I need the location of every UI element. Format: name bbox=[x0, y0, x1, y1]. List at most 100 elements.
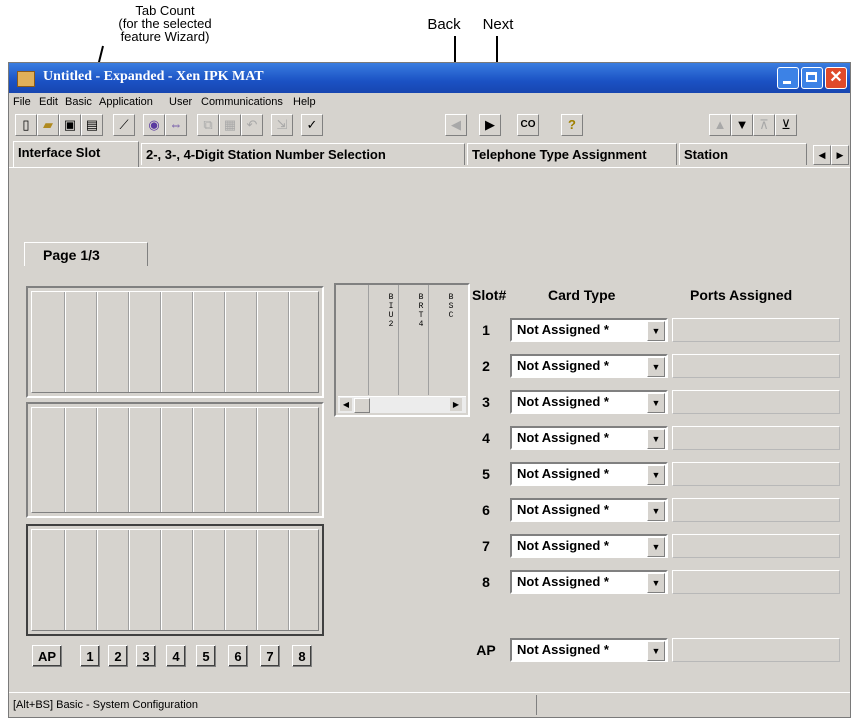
card-brt4[interactable]: BRT4 bbox=[416, 293, 426, 332]
chevron-down-icon[interactable]: ▼ bbox=[647, 393, 665, 413]
card-type-select-8[interactable]: Not Assigned * ▼ bbox=[510, 570, 668, 594]
card-type-value-4: Not Assigned * bbox=[517, 430, 609, 445]
top-icon[interactable]: ⊼ bbox=[753, 114, 775, 136]
back-icon[interactable]: ◀ bbox=[445, 114, 467, 136]
card-type-select-4[interactable]: Not Assigned * ▼ bbox=[510, 426, 668, 450]
ports-assigned-7 bbox=[672, 534, 840, 558]
scroll-left-icon[interactable]: ◀ bbox=[340, 398, 352, 411]
card-type-select-7[interactable]: Not Assigned * ▼ bbox=[510, 534, 668, 558]
slot-button-ap[interactable]: AP bbox=[32, 645, 62, 667]
ports-assigned-3 bbox=[672, 390, 840, 414]
ports-assigned-4 bbox=[672, 426, 840, 450]
slot-shelf-2 bbox=[26, 402, 324, 518]
card-biu2[interactable]: BIU2 bbox=[386, 293, 396, 332]
chevron-down-icon[interactable]: ▼ bbox=[647, 501, 665, 521]
card-type-select-2[interactable]: Not Assigned * ▼ bbox=[510, 354, 668, 378]
save-icon[interactable]: ▣ bbox=[59, 114, 81, 136]
chevron-down-icon[interactable]: ▼ bbox=[647, 641, 665, 661]
menu-help[interactable]: Help bbox=[293, 96, 316, 108]
card-type-value-7: Not Assigned * bbox=[517, 538, 609, 553]
menu-communications[interactable]: Communications bbox=[201, 96, 283, 108]
card-bsc-label: BSC bbox=[446, 293, 456, 320]
ports-assigned-5 bbox=[672, 462, 840, 486]
card-biu2-label: BIU2 bbox=[386, 293, 396, 329]
tab-scroll-right-icon[interactable]: ▶ bbox=[831, 145, 849, 165]
export-icon[interactable]: ⇲ bbox=[271, 114, 293, 136]
slot-number-ap: AP bbox=[476, 642, 496, 658]
slot-button-3[interactable]: 3 bbox=[136, 645, 156, 667]
globe-icon[interactable]: ◉ bbox=[143, 114, 165, 136]
new-icon[interactable]: ▯ bbox=[15, 114, 37, 136]
card-type-value-5: Not Assigned * bbox=[517, 466, 609, 481]
down-icon[interactable]: ▼ bbox=[731, 114, 753, 136]
card-type-value-ap: Not Assigned * bbox=[517, 642, 609, 657]
undo-icon[interactable]: ↶ bbox=[241, 114, 263, 136]
slot-button-4[interactable]: 4 bbox=[166, 645, 186, 667]
chevron-down-icon[interactable]: ▼ bbox=[647, 573, 665, 593]
card-type-value-6: Not Assigned * bbox=[517, 502, 609, 517]
card-type-select-1[interactable]: Not Assigned * ▼ bbox=[510, 318, 668, 342]
minimize-icon[interactable] bbox=[777, 67, 799, 89]
tab-digit-station-number[interactable]: 2-, 3-, 4-Digit Station Number Selection bbox=[141, 143, 465, 165]
menu-file[interactable]: File bbox=[13, 96, 31, 108]
card-list: BIU2 BRT4 BSC ◀ ▶ bbox=[334, 283, 470, 417]
help-icon[interactable]: ? bbox=[561, 114, 583, 136]
tab-scroll-left-icon[interactable]: ◀ bbox=[813, 145, 831, 165]
tab-telephone-type[interactable]: Telephone Type Assignment bbox=[467, 143, 677, 165]
menu-edit[interactable]: Edit bbox=[39, 96, 58, 108]
link-icon[interactable]: ⇔ bbox=[165, 114, 187, 136]
copy-icon[interactable]: ⧉ bbox=[197, 114, 219, 136]
scroll-thumb[interactable] bbox=[354, 398, 370, 413]
status-divider bbox=[536, 695, 537, 715]
card-type-select-5[interactable]: Not Assigned * ▼ bbox=[510, 462, 668, 486]
card-type-select-3[interactable]: Not Assigned * ▼ bbox=[510, 390, 668, 414]
slot-button-1[interactable]: 1 bbox=[80, 645, 100, 667]
slot-button-5[interactable]: 5 bbox=[196, 645, 216, 667]
card-type-value-2: Not Assigned * bbox=[517, 358, 609, 373]
slot-number-5: 5 bbox=[482, 466, 490, 482]
slot-button-8[interactable]: 8 bbox=[292, 645, 312, 667]
chevron-down-icon[interactable]: ▼ bbox=[647, 429, 665, 449]
wand-icon[interactable]: ⟋ bbox=[113, 114, 135, 136]
print-icon[interactable]: ▤ bbox=[81, 114, 103, 136]
menu-bar: File Edit Basic Application User Communi… bbox=[9, 93, 850, 111]
shelf-1-inner bbox=[31, 291, 319, 393]
card-list-scrollbar[interactable]: ◀ ▶ bbox=[338, 396, 466, 413]
tab-station[interactable]: Station bbox=[679, 143, 807, 165]
menu-user[interactable]: User bbox=[169, 96, 192, 108]
chevron-down-icon[interactable]: ▼ bbox=[647, 537, 665, 557]
back-callout: Back bbox=[427, 16, 461, 33]
status-text: [Alt+BS] Basic - System Configuration bbox=[13, 699, 198, 711]
scroll-right-icon[interactable]: ▶ bbox=[450, 398, 462, 411]
card-bsc[interactable]: BSC bbox=[446, 293, 456, 323]
slot-number-8: 8 bbox=[482, 574, 490, 590]
check-icon[interactable]: ✓ bbox=[301, 114, 323, 136]
app-icon bbox=[17, 71, 35, 87]
chevron-down-icon[interactable]: ▼ bbox=[647, 321, 665, 341]
co-icon[interactable]: CO bbox=[517, 114, 539, 136]
toolbar: ▯ ▰ ▣ ▤ ⟋ ◉ ⇔ ⧉ ▦ ↶ ⇲ ✓ ◀ ▶ CO ? ▲ ▼ ⊼ ⊻ bbox=[9, 111, 850, 139]
maximize-icon[interactable] bbox=[801, 67, 823, 89]
menu-basic[interactable]: Basic bbox=[65, 96, 92, 108]
bottom-icon[interactable]: ⊻ bbox=[775, 114, 797, 136]
card-type-select-6[interactable]: Not Assigned * ▼ bbox=[510, 498, 668, 522]
slot-button-6[interactable]: 6 bbox=[228, 645, 248, 667]
slot-button-2[interactable]: 2 bbox=[108, 645, 128, 667]
menu-application[interactable]: Application bbox=[99, 96, 153, 108]
chevron-down-icon[interactable]: ▼ bbox=[647, 357, 665, 377]
next-icon[interactable]: ▶ bbox=[479, 114, 501, 136]
chevron-down-icon[interactable]: ▼ bbox=[647, 465, 665, 485]
slot-number-7: 7 bbox=[482, 538, 490, 554]
card-type-select-ap[interactable]: Not Assigned * ▼ bbox=[510, 638, 668, 662]
card-type-value-8: Not Assigned * bbox=[517, 574, 609, 589]
open-icon[interactable]: ▰ bbox=[37, 114, 59, 136]
card-type-value-1: Not Assigned * bbox=[517, 322, 609, 337]
slot-number-4: 4 bbox=[482, 430, 490, 446]
tab-interface-slot[interactable]: Interface Slot bbox=[13, 141, 139, 167]
up-icon[interactable]: ▲ bbox=[709, 114, 731, 136]
close-icon[interactable]: ✕ bbox=[825, 67, 847, 89]
slot-button-7[interactable]: 7 bbox=[260, 645, 280, 667]
header-slot: Slot# bbox=[472, 287, 507, 303]
slot-number-3: 3 bbox=[482, 394, 490, 410]
paste-icon[interactable]: ▦ bbox=[219, 114, 241, 136]
